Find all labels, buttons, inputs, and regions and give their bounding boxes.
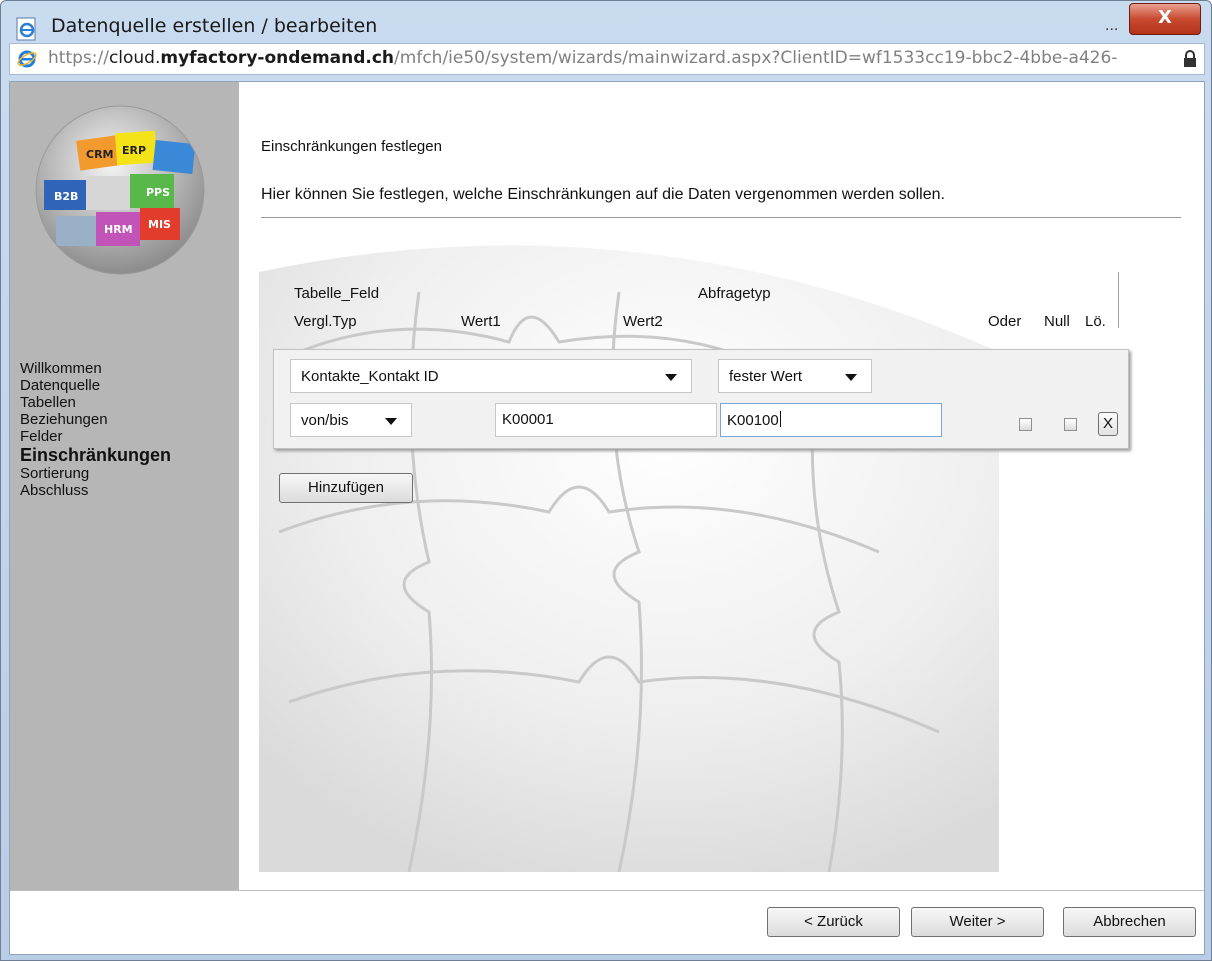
url-subdomain: cloud.	[108, 48, 161, 68]
svg-text:CRM: CRM	[86, 148, 114, 161]
url-path: /mfch/ie50/system/wizards/mainwizard.asp…	[394, 48, 1118, 68]
col-header-tabelle-feld: Tabelle_Feld	[294, 285, 380, 302]
wizard-main: Einschränkungen festlegen Hier können Si…	[239, 82, 1204, 890]
wizard-sidebar: CRM ERP B2B PPS HRM MIS Willkommen Daten…	[10, 82, 239, 890]
url-domain: myfactory-ondemand.ch	[160, 48, 395, 68]
ie-page-icon	[16, 17, 36, 41]
internet-explorer-icon	[17, 50, 37, 68]
nav-item-willkommen[interactable]: Willkommen	[20, 360, 171, 377]
chevron-down-icon	[845, 374, 857, 381]
myfactory-globe-logo: CRM ERP B2B PPS HRM MIS	[35, 105, 205, 275]
query-type-select[interactable]: fester Wert	[718, 359, 872, 393]
wizard-content: CRM ERP B2B PPS HRM MIS Willkommen Daten…	[9, 81, 1205, 955]
svg-text:MIS: MIS	[148, 218, 171, 231]
wizard-footer: < Zurück Weiter > Abbrechen	[10, 890, 1204, 954]
delete-row-button[interactable]: X	[1098, 412, 1118, 436]
lock-icon	[1184, 50, 1196, 67]
table-field-select[interactable]: Kontakte_Kontakt ID	[290, 359, 692, 393]
oder-checkbox[interactable]	[1019, 418, 1032, 431]
col-header-abfragetyp: Abfragetyp	[698, 285, 771, 302]
compare-type-select[interactable]: von/bis	[290, 403, 412, 437]
null-checkbox[interactable]	[1064, 418, 1077, 431]
next-button[interactable]: Weiter >	[911, 907, 1044, 937]
value2-text: K00100	[727, 412, 779, 429]
nav-item-tabellen[interactable]: Tabellen	[20, 394, 171, 411]
col-header-wert2: Wert2	[623, 313, 663, 330]
page-description: Hier können Sie festlegen, welche Einsch…	[261, 186, 945, 203]
col-header-null: Null	[1044, 313, 1070, 330]
nav-item-einschraenkungen[interactable]: Einschränkungen	[20, 445, 171, 465]
nav-item-abschluss[interactable]: Abschluss	[20, 482, 171, 499]
table-field-value: Kontakte_Kontakt ID	[301, 368, 439, 385]
svg-text:PPS: PPS	[146, 186, 170, 199]
col-header-wert1: Wert1	[461, 313, 501, 330]
url-text: https://cloud.myfactory-ondemand.ch/mfch…	[48, 48, 1117, 68]
header-divider	[261, 217, 1181, 218]
nav-item-beziehungen[interactable]: Beziehungen	[20, 411, 171, 428]
back-button[interactable]: < Zurück	[767, 907, 900, 937]
chevron-down-icon	[385, 418, 397, 425]
svg-text:B2B: B2B	[54, 190, 78, 203]
query-type-value: fester Wert	[729, 368, 803, 385]
value2-input[interactable]: K00100	[720, 403, 942, 437]
page-heading: Einschränkungen festlegen	[261, 138, 442, 155]
cancel-button[interactable]: Abbrechen	[1063, 907, 1196, 937]
wizard-steps-nav: Willkommen Datenquelle Tabellen Beziehun…	[20, 360, 171, 499]
col-header-loeschen: Lö.	[1085, 313, 1106, 330]
dialog-window: Datenquelle erstellen / bearbeiten ... X…	[0, 0, 1212, 961]
col-header-vergl-typ: Vergl.Typ	[294, 313, 357, 330]
compare-type-value: von/bis	[301, 412, 349, 429]
window-title: Datenquelle erstellen / bearbeiten	[51, 15, 378, 37]
chevron-down-icon	[665, 374, 677, 381]
value1-input[interactable]: K00001	[495, 403, 717, 437]
nav-item-sortierung[interactable]: Sortierung	[20, 465, 171, 482]
address-bar[interactable]: https://cloud.myfactory-ondemand.ch/mfch…	[9, 43, 1205, 75]
url-scheme: https://	[48, 48, 109, 68]
add-restriction-button[interactable]: Hinzufügen	[279, 473, 413, 503]
nav-item-felder[interactable]: Felder	[20, 428, 171, 445]
nav-item-datenquelle[interactable]: Datenquelle	[20, 377, 171, 394]
value1-text: K00001	[502, 411, 554, 428]
text-caret	[779, 411, 781, 427]
col-header-oder: Oder	[988, 313, 1022, 330]
close-button[interactable]: X	[1129, 3, 1201, 35]
svg-text:ERP: ERP	[122, 144, 146, 157]
svg-text:HRM: HRM	[104, 223, 133, 236]
restriction-row: Kontakte_Kontakt ID fester Wert von/bis …	[273, 349, 1129, 449]
overflow-indicator: ...	[1105, 17, 1119, 34]
header-right-border	[1118, 272, 1119, 328]
